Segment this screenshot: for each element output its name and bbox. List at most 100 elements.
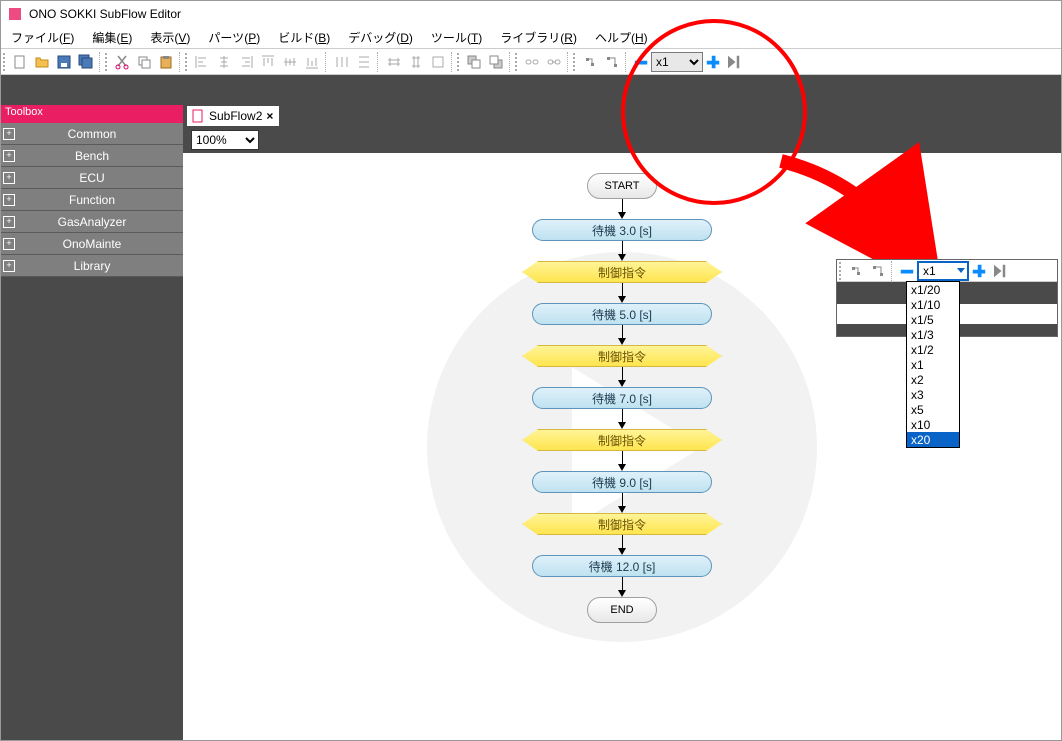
process-node[interactable]: 待機 7.0 [s]: [532, 387, 712, 409]
speed-option[interactable]: x1/20: [907, 282, 959, 297]
step2-icon[interactable]: [601, 51, 623, 73]
menu-file[interactable]: ファイル(F): [5, 27, 80, 48]
arrow-icon: [618, 241, 626, 261]
link1-icon[interactable]: [521, 51, 543, 73]
menu-build[interactable]: ビルド(B): [272, 27, 336, 48]
speed-plus-button[interactable]: [969, 261, 989, 281]
menu-debug[interactable]: デバッグ(D): [342, 27, 419, 48]
arrow-icon: [618, 493, 626, 513]
arrow-icon: [618, 367, 626, 387]
command-node[interactable]: 制御指令: [522, 345, 722, 367]
speed-minus-button[interactable]: [897, 261, 917, 281]
menu-edit[interactable]: 編集(E): [86, 27, 138, 48]
step2-icon[interactable]: [867, 260, 889, 282]
expand-icon[interactable]: +: [3, 172, 15, 184]
app-icon: [7, 6, 23, 22]
toolbox-item-library[interactable]: +Library: [1, 255, 183, 277]
expand-icon[interactable]: +: [3, 216, 15, 228]
distribute-v-icon[interactable]: [353, 51, 375, 73]
process-node[interactable]: 待機 9.0 [s]: [532, 471, 712, 493]
tabstrip: SubFlow2 ×: [183, 105, 1061, 127]
speed-option[interactable]: x2: [907, 372, 959, 387]
arrow-icon: [618, 535, 626, 555]
step-icon[interactable]: [579, 51, 601, 73]
toolbox-item-common[interactable]: +Common: [1, 123, 183, 145]
speed-option[interactable]: x1/10: [907, 297, 959, 312]
zoom-bar: 100%: [183, 127, 1061, 153]
step-forward-icon[interactable]: [989, 261, 1009, 281]
zoom-select[interactable]: 100%: [191, 130, 259, 150]
start-node[interactable]: START: [587, 173, 657, 199]
toolbox-item-gasanalyzer[interactable]: +GasAnalyzer: [1, 211, 183, 233]
speed-option[interactable]: x3: [907, 387, 959, 402]
menubar: ファイル(F) 編集(E) 表示(V) パーツ(P) ビルド(B) デバッグ(D…: [1, 27, 1061, 49]
menu-parts[interactable]: パーツ(P): [202, 27, 266, 48]
tab-label: SubFlow2: [209, 109, 262, 123]
command-node[interactable]: 制御指令: [522, 261, 722, 283]
save-all-icon[interactable]: [75, 51, 97, 73]
send-back-icon[interactable]: [485, 51, 507, 73]
arrow-icon: [618, 325, 626, 345]
align-left-icon[interactable]: [191, 51, 213, 73]
process-node[interactable]: 待機 5.0 [s]: [532, 303, 712, 325]
cut-icon[interactable]: [111, 51, 133, 73]
speed-select-open[interactable]: x1: [917, 261, 969, 281]
same-height-icon[interactable]: [405, 51, 427, 73]
align-center-h-icon[interactable]: [213, 51, 235, 73]
titlebar: ONO SOKKI SubFlow Editor: [1, 1, 1061, 27]
tab-subflow2[interactable]: SubFlow2 ×: [187, 106, 279, 126]
open-folder-icon[interactable]: [31, 51, 53, 73]
speed-option[interactable]: x5: [907, 402, 959, 417]
expand-icon[interactable]: +: [3, 150, 15, 162]
copy-icon[interactable]: [133, 51, 155, 73]
tab-close-button[interactable]: ×: [266, 109, 273, 123]
speed-option[interactable]: x1/2: [907, 342, 959, 357]
document-icon: [191, 109, 205, 123]
speed-option[interactable]: x10: [907, 417, 959, 432]
toolbox-item-onomainte[interactable]: +OnoMainte: [1, 233, 183, 255]
menu-help[interactable]: ヘルプ(H): [589, 27, 654, 48]
toolbox-item-ecu[interactable]: +ECU: [1, 167, 183, 189]
menu-tool[interactable]: ツール(T): [425, 27, 488, 48]
window-title: ONO SOKKI SubFlow Editor: [29, 7, 181, 21]
align-middle-v-icon[interactable]: [279, 51, 301, 73]
speed-option[interactable]: x1/5: [907, 312, 959, 327]
link2-icon[interactable]: [543, 51, 565, 73]
new-file-icon[interactable]: [9, 51, 31, 73]
arrow-icon: [618, 577, 626, 597]
menu-library[interactable]: ライブラリ(R): [494, 27, 583, 48]
toolbox-item-bench[interactable]: +Bench: [1, 145, 183, 167]
speed-select[interactable]: x1: [651, 52, 703, 72]
arrow-icon: [618, 283, 626, 303]
step-icon[interactable]: [845, 260, 867, 282]
speed-option[interactable]: x1: [907, 357, 959, 372]
speed-plus-button[interactable]: [703, 52, 723, 72]
same-width-icon[interactable]: [383, 51, 405, 73]
process-node[interactable]: 待機 12.0 [s]: [532, 555, 712, 577]
toolbox-item-function[interactable]: +Function: [1, 189, 183, 211]
end-node[interactable]: END: [587, 597, 657, 623]
align-right-icon[interactable]: [235, 51, 257, 73]
menu-view[interactable]: 表示(V): [144, 27, 196, 48]
arrow-icon: [618, 199, 626, 219]
speed-minus-button[interactable]: [631, 52, 651, 72]
paste-icon[interactable]: [155, 51, 177, 73]
save-icon[interactable]: [53, 51, 75, 73]
align-bottom-icon[interactable]: [301, 51, 323, 73]
speed-dropdown-list: x1/20 x1/10 x1/5 x1/3 x1/2 x1 x2 x3 x5 x…: [906, 281, 960, 448]
expand-icon[interactable]: +: [3, 238, 15, 250]
distribute-h-icon[interactable]: [331, 51, 353, 73]
toolbar-dark: [1, 75, 1061, 105]
process-node[interactable]: 待機 3.0 [s]: [532, 219, 712, 241]
expand-icon[interactable]: +: [3, 260, 15, 272]
command-node[interactable]: 制御指令: [522, 429, 722, 451]
speed-option-highlighted[interactable]: x20: [907, 432, 959, 447]
align-top-icon[interactable]: [257, 51, 279, 73]
expand-icon[interactable]: +: [3, 194, 15, 206]
same-size-icon[interactable]: [427, 51, 449, 73]
step-forward-icon[interactable]: [723, 52, 743, 72]
command-node[interactable]: 制御指令: [522, 513, 722, 535]
speed-option[interactable]: x1/3: [907, 327, 959, 342]
bring-front-icon[interactable]: [463, 51, 485, 73]
expand-icon[interactable]: +: [3, 128, 15, 140]
